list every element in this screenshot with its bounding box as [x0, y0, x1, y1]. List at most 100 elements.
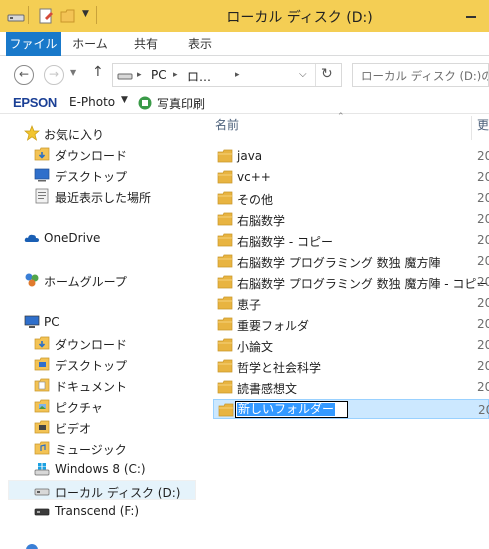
search-placeholder: ローカル ディスク (D:)の検 [361, 69, 488, 83]
nav-pc-desktop[interactable]: デスクトップ [33, 354, 193, 374]
recent-locations-icon[interactable]: ▼ [70, 68, 76, 77]
nav-label: ミュージック [55, 443, 127, 457]
desktop-folder-icon [34, 357, 50, 371]
folder-row-renaming[interactable]: 新しいフォルダー 20 [213, 399, 489, 419]
up-arrow-icon[interactable]: ↑ [92, 64, 104, 80]
folder-icon [217, 149, 233, 163]
search-input[interactable]: ローカル ディスク (D:)の検 [352, 63, 489, 87]
folder-icon [217, 359, 233, 373]
nav-label: ドキュメント [55, 380, 128, 394]
desktop-icon [34, 168, 50, 182]
nav-favorites[interactable]: お気に入り [22, 123, 182, 143]
ribbon-tabs: ファイル ホーム 共有 表示 [0, 32, 489, 56]
address-dropdown-icon[interactable]: ⌵ [299, 69, 307, 80]
address-row: ← → ▼ ↑ ▸ PC ▸ ロ… ▸ ⌵ ↻ ローカル ディスク (D:)の検 [0, 56, 489, 92]
nav-recent-places[interactable]: 最近表示した場所 [33, 186, 193, 206]
rename-text: 新しいフォルダー [237, 402, 336, 416]
folder-date: 20 [477, 170, 489, 184]
network-icon[interactable] [24, 542, 40, 549]
folder-date: 20 [478, 403, 489, 417]
nav-drive-d[interactable]: ローカル ディスク (D:) [8, 480, 196, 500]
nav-label: デスクトップ [55, 170, 128, 184]
removable-drive-icon [34, 508, 50, 516]
nav-favorites-desktop[interactable]: デスクトップ [33, 165, 193, 185]
folder-date: 20 [477, 338, 489, 352]
folder-date: 20 [477, 149, 489, 163]
photo-print-button[interactable]: 写真印刷 [157, 95, 205, 112]
nav-drive-c[interactable]: Windows 8 (C:) [33, 459, 193, 479]
navigation-pane: お気に入り ダウンロード デスクトップ 最近表示した場所 OneDrive ホー… [0, 114, 200, 549]
minimize-icon[interactable] [463, 6, 479, 22]
drive-icon [34, 488, 50, 496]
epson-logo: EPSON [13, 95, 58, 110]
folder-date: 20 [477, 317, 489, 331]
nav-pc-music[interactable]: ミュージック [33, 438, 193, 458]
nav-pc-pictures[interactable]: ピクチャ [33, 396, 193, 416]
folder-row[interactable]: 小論文 20 [213, 335, 489, 355]
forward-button[interactable]: → [44, 65, 64, 85]
breadcrumb-chevron-icon[interactable]: ▸ [235, 70, 240, 80]
breadcrumb-pc[interactable]: PC [151, 68, 167, 82]
folder-row[interactable]: 恵子 20 [213, 293, 489, 313]
folder-icon [217, 191, 233, 205]
folder-icon [217, 338, 233, 352]
column-header-date[interactable]: 更 [477, 116, 489, 140]
nav-favorites-downloads[interactable]: ダウンロード [33, 144, 193, 164]
nav-drive-f[interactable]: Transcend (F:) [33, 501, 193, 521]
nav-pc-documents[interactable]: ドキュメント [33, 375, 193, 395]
nav-label: ダウンロード [55, 338, 128, 352]
folder-row[interactable]: java 20 [213, 146, 489, 166]
nav-pc-videos[interactable]: ビデオ [33, 417, 193, 437]
address-bar[interactable]: ▸ PC ▸ ロ… ▸ ⌵ ↻ [112, 63, 342, 87]
tab-file[interactable]: ファイル [6, 32, 61, 56]
folder-icon [217, 296, 233, 310]
folder-icon [218, 403, 234, 417]
folder-row[interactable]: 右脳数学 20 [213, 209, 489, 229]
folder-date: 20 [477, 296, 489, 310]
breadcrumb-chevron-icon[interactable]: ▸ [173, 70, 178, 80]
rename-input[interactable]: 新しいフォルダー [235, 401, 348, 418]
nav-label: 最近表示した場所 [55, 191, 152, 205]
tab-share[interactable]: 共有 [124, 32, 168, 56]
folder-name: 哲学と社会科学 [237, 361, 322, 375]
column-divider[interactable] [471, 116, 472, 140]
nav-pc-downloads[interactable]: ダウンロード [33, 333, 193, 353]
column-header-name[interactable]: 名前 [215, 116, 239, 140]
folder-name: vc++ [237, 170, 271, 184]
folder-row[interactable]: その他 20 [213, 188, 489, 208]
nav-homegroup[interactable]: ホームグループ [22, 270, 182, 290]
nav-label: デスクトップ [55, 359, 128, 373]
folder-name: 右脳数学 [237, 214, 286, 228]
refresh-icon[interactable]: ↻ [321, 66, 333, 82]
breadcrumb-chevron-icon[interactable]: ▸ [137, 70, 142, 80]
folder-icon [217, 254, 233, 268]
epson-toolbar: EPSON E-Photo ▼ 写真印刷 [0, 92, 489, 114]
nav-label: Windows 8 (C:) [55, 462, 146, 476]
tab-home[interactable]: ホーム [66, 32, 114, 56]
folder-row[interactable]: 読書感想文 20 [213, 377, 489, 397]
photo-print-icon[interactable] [138, 96, 152, 110]
nav-label: Transcend (F:) [55, 504, 140, 518]
nav-onedrive[interactable]: OneDrive [22, 228, 182, 248]
nav-label: ビデオ [55, 422, 92, 436]
folder-row[interactable]: 重要フォルダ 20 [213, 314, 489, 334]
breadcrumb-current[interactable]: ロ… [187, 68, 211, 85]
nav-label: お気に入り [44, 128, 105, 142]
nav-label: ダウンロード [55, 149, 128, 163]
computer-icon [24, 315, 40, 328]
epson-app-button[interactable]: E-Photo [69, 95, 115, 109]
folder-row[interactable]: 右脳数学 プログラミング 数独 魔方陣 - コピー 20 [213, 272, 489, 292]
cloud-icon [24, 234, 39, 242]
folder-date: 20 [477, 254, 489, 268]
folder-row[interactable]: vc++ 20 [213, 167, 489, 187]
folder-row[interactable]: 右脳数学 - コピー 20 [213, 230, 489, 250]
nav-pc[interactable]: PC [22, 312, 182, 332]
epson-dropdown-icon[interactable]: ▼ [121, 95, 128, 105]
folder-row[interactable]: 哲学と社会科学 20 [213, 356, 489, 376]
tab-view[interactable]: 表示 [176, 32, 224, 56]
download-folder-icon [34, 147, 50, 161]
folder-row[interactable]: 右脳数学 プログラミング 数独 魔方陣 20 [213, 251, 489, 271]
file-list: 名前 ⌃ 更 java 20 vc++ 20 その他 20 右脳数学 20 右脳数学 - コピー… [205, 112, 489, 549]
folder-date: 20 [477, 212, 489, 226]
back-button[interactable]: ← [14, 65, 34, 85]
